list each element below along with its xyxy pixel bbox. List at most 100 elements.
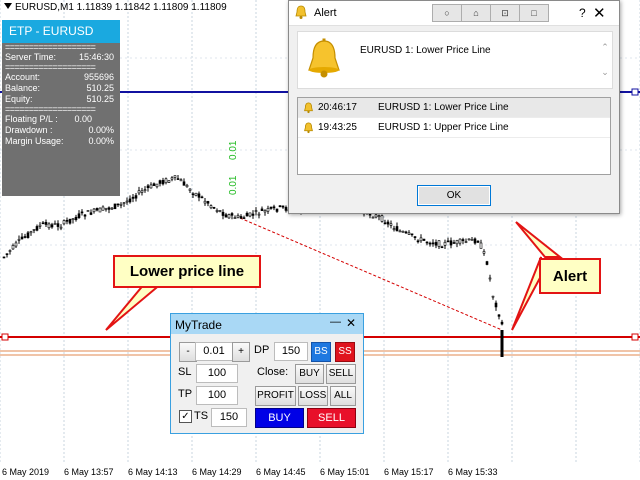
dp-input[interactable]: 150 bbox=[274, 342, 308, 361]
candle-body bbox=[125, 200, 129, 203]
close-icon[interactable]: ✕ bbox=[346, 316, 356, 330]
alert-titlebar[interactable]: Alert ○ ⌂ ⊡ □ ? ✕ bbox=[289, 1, 619, 26]
x-tick: 6 May 14:29 bbox=[192, 467, 242, 477]
list-item[interactable]: 20:46:17 EURUSD 1: Lower Price Line bbox=[298, 98, 610, 118]
candle-body bbox=[122, 202, 126, 204]
chart-symbol-line: EURUSD,M1 1.11839 1.11842 1.11809 1.1180… bbox=[4, 2, 227, 13]
candle-body bbox=[104, 207, 108, 210]
candle-body bbox=[110, 207, 114, 210]
candle-body bbox=[98, 207, 102, 213]
candle-body bbox=[53, 223, 57, 225]
lower-price-line-handle-left[interactable] bbox=[1, 333, 9, 341]
candle-body bbox=[62, 220, 66, 225]
candle-body bbox=[50, 224, 54, 228]
alert-toolbar: ○ ⌂ ⊡ □ bbox=[432, 4, 549, 22]
close-buy-button[interactable]: BUY bbox=[295, 364, 324, 384]
close-profit-button[interactable]: PROFIT bbox=[255, 386, 296, 406]
minimize-icon[interactable]: — bbox=[330, 316, 341, 328]
candle-body bbox=[428, 242, 432, 245]
candle-body bbox=[383, 222, 387, 225]
candle-body bbox=[440, 246, 444, 249]
toolbar-square-button[interactable]: □ bbox=[519, 4, 549, 22]
candle-body bbox=[395, 226, 399, 232]
etp-margin-row: Margin Usage: 0.00% bbox=[5, 136, 114, 146]
candle-body bbox=[464, 241, 468, 243]
close-button[interactable]: ✕ bbox=[593, 4, 606, 22]
ok-button[interactable]: OK bbox=[417, 185, 491, 206]
candle-body bbox=[56, 223, 60, 227]
candle-body bbox=[179, 179, 183, 182]
candle-body bbox=[386, 221, 390, 225]
lot-input[interactable]: 0.01 bbox=[195, 342, 233, 361]
toolbar-home-button[interactable]: ⌂ bbox=[461, 4, 491, 22]
close-sell-button[interactable]: SELL bbox=[326, 364, 356, 384]
dp-label: DP bbox=[254, 344, 270, 356]
candle-body bbox=[212, 207, 216, 209]
candle-body bbox=[431, 242, 435, 245]
candle-body bbox=[95, 208, 99, 211]
alert-text: EURUSD 1: Lower Price Line bbox=[378, 102, 509, 113]
sl-input[interactable]: 100 bbox=[196, 364, 238, 383]
mytrade-header[interactable]: MyTrade — ✕ bbox=[171, 314, 363, 334]
scroll-up-icon[interactable]: ⌃ bbox=[598, 42, 612, 53]
etp-balance-row: Balance: 510.25 bbox=[5, 83, 114, 93]
upper-price-line-handle[interactable] bbox=[631, 88, 639, 96]
scroll-down-icon[interactable]: ⌄ bbox=[598, 67, 612, 78]
candle-body bbox=[239, 216, 243, 219]
candle-body bbox=[161, 180, 165, 185]
sell-button[interactable]: SELL bbox=[307, 408, 356, 428]
toolbar-circle-button[interactable]: ○ bbox=[432, 4, 462, 22]
candle-body bbox=[233, 217, 237, 219]
bs-button[interactable]: BS bbox=[311, 342, 331, 362]
candle-body bbox=[242, 217, 246, 219]
rotated-label-2: 0.01 bbox=[228, 175, 239, 195]
ss-button[interactable]: SS bbox=[335, 342, 355, 362]
x-tick: 6 May 13:57 bbox=[64, 467, 114, 477]
candle-body bbox=[89, 212, 93, 215]
candle-body bbox=[188, 188, 192, 191]
buy-button[interactable]: BUY bbox=[255, 408, 304, 428]
close-all-button[interactable]: ALL bbox=[330, 386, 356, 406]
etp-title: ETP - EURUSD bbox=[2, 20, 120, 43]
candle-body bbox=[254, 210, 258, 212]
candle-body bbox=[476, 240, 480, 243]
alert-callout-pointer-top bbox=[515, 221, 563, 258]
lower-price-line-handle-right[interactable] bbox=[631, 333, 639, 341]
candle-body bbox=[119, 203, 123, 206]
candle-body bbox=[272, 206, 276, 209]
candle-body bbox=[422, 238, 426, 241]
list-item[interactable]: 19:43:25 EURUSD 1: Upper Price Line bbox=[298, 118, 610, 138]
candle-body bbox=[44, 221, 48, 225]
candle-body bbox=[497, 314, 501, 317]
candle-body bbox=[8, 250, 12, 252]
lot-increase-button[interactable]: + bbox=[232, 342, 250, 362]
chart-menu-icon[interactable] bbox=[4, 3, 12, 9]
ts-input[interactable]: 150 bbox=[211, 408, 247, 427]
x-tick: 6 May 14:13 bbox=[128, 467, 178, 477]
alert-text: EURUSD 1: Upper Price Line bbox=[378, 122, 509, 133]
alert-time: 20:46:17 bbox=[318, 102, 357, 113]
alert-history-list: 20:46:17 EURUSD 1: Lower Price Line 19:4… bbox=[297, 97, 611, 175]
candle-body bbox=[461, 239, 465, 241]
candle-body bbox=[74, 216, 78, 221]
candle-body bbox=[128, 198, 132, 203]
message-scrollbar[interactable]: ⌃ ⌄ bbox=[598, 32, 612, 88]
candle-body bbox=[434, 242, 438, 246]
alert-title: Alert bbox=[314, 7, 337, 19]
candle-body bbox=[167, 180, 171, 183]
close-loss-button[interactable]: LOSS bbox=[298, 386, 328, 406]
candle-body bbox=[131, 196, 135, 199]
candle-body bbox=[68, 218, 72, 224]
candle-body bbox=[59, 226, 63, 229]
candle-body bbox=[245, 212, 249, 217]
help-button[interactable]: ? bbox=[579, 6, 586, 20]
tp-input[interactable]: 100 bbox=[196, 386, 238, 405]
toolbar-window-button[interactable]: ⊡ bbox=[490, 4, 520, 22]
candle-body bbox=[185, 184, 189, 188]
ts-checkbox[interactable]: ✓ bbox=[179, 410, 192, 423]
candle-body bbox=[182, 181, 186, 186]
etp-equity-row: Equity: 510.25 bbox=[5, 94, 114, 104]
candle-body bbox=[482, 251, 486, 254]
candle-body bbox=[41, 222, 45, 225]
candle-body bbox=[191, 193, 195, 196]
